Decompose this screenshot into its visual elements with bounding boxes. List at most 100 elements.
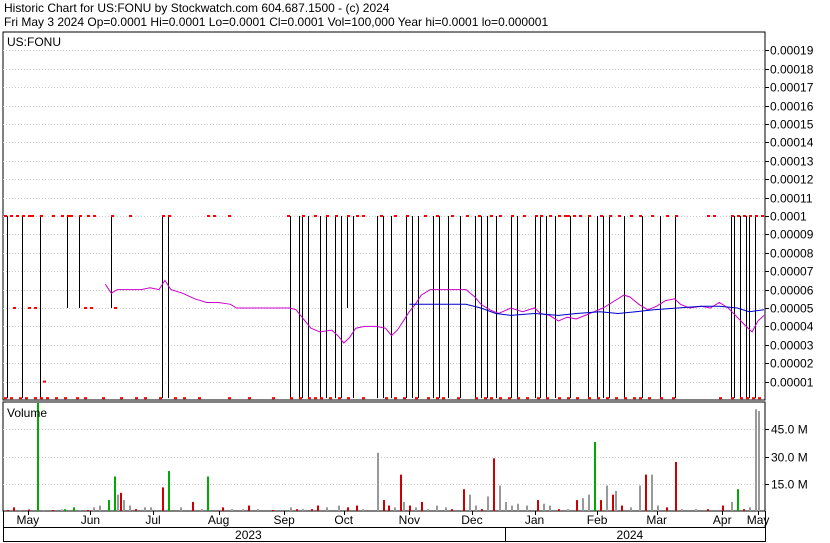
volume-bar xyxy=(403,501,405,511)
close-marker xyxy=(10,397,13,400)
volume-bar xyxy=(28,509,30,511)
price-axis-label: 0.0001 xyxy=(770,210,807,224)
close-marker xyxy=(40,397,43,400)
close-marker xyxy=(213,215,216,217)
volume-bar xyxy=(192,501,194,511)
close-marker xyxy=(651,215,654,217)
close-marker xyxy=(535,215,538,217)
close-marker xyxy=(490,215,493,217)
volume-bar xyxy=(666,507,668,511)
close-marker xyxy=(144,397,147,400)
volume-bar xyxy=(272,510,274,511)
month-label: Jan xyxy=(525,513,544,527)
close-marker xyxy=(609,215,612,217)
volume-bar xyxy=(681,509,683,511)
volume-bar xyxy=(64,509,66,511)
volume-bar xyxy=(135,509,137,511)
close-marker xyxy=(272,397,275,400)
month-label: Jun xyxy=(81,513,100,527)
close-marker xyxy=(248,397,251,400)
close-marker xyxy=(228,215,231,217)
close-marker xyxy=(84,307,87,309)
volume-bar xyxy=(600,500,602,511)
volume-bar xyxy=(93,507,95,511)
close-marker xyxy=(537,397,540,400)
volume-bar xyxy=(207,476,209,511)
close-marker xyxy=(427,397,430,400)
close-marker xyxy=(87,215,90,217)
close-marker xyxy=(207,215,210,217)
close-marker xyxy=(490,397,493,400)
close-marker xyxy=(335,215,338,217)
close-marker xyxy=(475,397,478,400)
volume-bar xyxy=(180,507,182,511)
price-axis-label: 0.00006 xyxy=(770,284,814,298)
volume-bar xyxy=(657,505,659,511)
close-marker xyxy=(436,215,439,217)
volume-bar xyxy=(567,509,569,511)
close-marker xyxy=(52,215,55,217)
close-marker xyxy=(740,397,743,400)
price-axis-label: 0.00003 xyxy=(770,339,814,353)
close-marker xyxy=(198,397,201,400)
close-marker xyxy=(347,215,350,217)
close-marker xyxy=(499,215,502,217)
volume-bar xyxy=(114,476,116,511)
volume-bar xyxy=(645,474,647,511)
close-marker xyxy=(558,397,561,400)
close-marker xyxy=(308,397,311,400)
close-marker xyxy=(523,215,526,217)
moving-average-short xyxy=(104,279,765,344)
close-marker xyxy=(597,397,600,400)
volume-bar xyxy=(168,471,170,511)
volume-bar xyxy=(743,509,745,511)
close-marker xyxy=(633,397,636,400)
price-axis-label: 0.00002 xyxy=(770,357,814,371)
volume-bar xyxy=(630,507,632,511)
close-marker xyxy=(28,215,31,217)
volume-bar xyxy=(758,411,760,511)
close-marker xyxy=(4,215,7,217)
close-marker xyxy=(549,215,552,217)
close-marker xyxy=(719,397,722,400)
volume-bar xyxy=(394,507,396,511)
close-marker xyxy=(618,215,621,217)
volume-bar xyxy=(129,505,131,511)
close-marker xyxy=(64,397,67,400)
close-marker xyxy=(13,307,16,309)
close-marker xyxy=(314,397,317,400)
volume-bar xyxy=(257,509,259,511)
close-marker xyxy=(451,215,454,217)
close-marker xyxy=(666,215,669,217)
close-marker xyxy=(90,307,93,309)
volume-bar xyxy=(582,498,584,511)
volume-bar xyxy=(606,485,608,511)
close-marker xyxy=(558,215,561,217)
volume-bar xyxy=(615,491,617,511)
close-marker xyxy=(755,215,758,217)
close-marker xyxy=(615,397,618,400)
close-marker xyxy=(356,215,359,217)
volume-bar xyxy=(296,509,298,511)
volume-bar xyxy=(87,510,89,511)
price-panel-label: US:FONU xyxy=(7,35,61,49)
close-marker xyxy=(758,397,761,400)
volume-bar xyxy=(43,510,45,511)
close-marker xyxy=(76,397,79,400)
volume-bar xyxy=(651,474,653,511)
volume-axis-label: 30.0 M xyxy=(771,451,808,465)
volume-bar xyxy=(117,494,119,511)
close-marker xyxy=(290,397,293,400)
volume-bar xyxy=(537,500,539,511)
close-marker xyxy=(508,397,511,400)
volume-bar xyxy=(511,505,513,511)
close-marker xyxy=(55,397,58,400)
close-marker xyxy=(394,215,397,217)
volume-bar xyxy=(487,496,489,511)
close-marker xyxy=(228,397,231,400)
close-marker xyxy=(600,215,603,217)
close-marker xyxy=(713,215,716,217)
volume-bar xyxy=(73,507,75,511)
close-marker xyxy=(588,215,591,217)
volume-bar xyxy=(436,505,438,511)
